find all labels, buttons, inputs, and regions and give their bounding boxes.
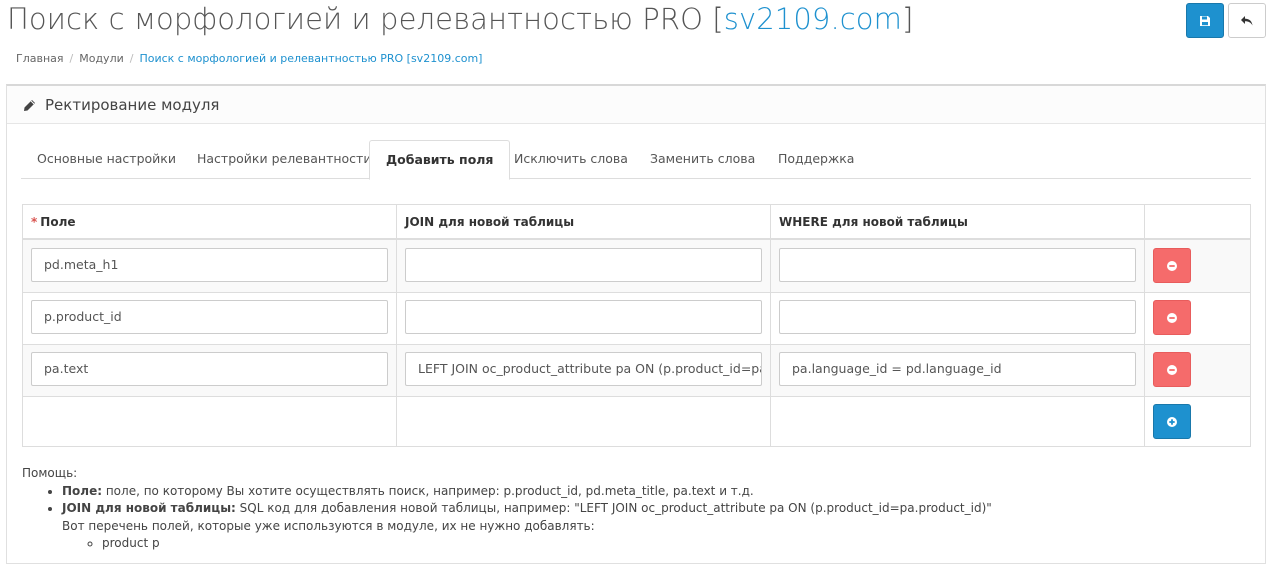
page-header: Поиск с морфологией и релевантностью PRO… [0,0,1274,45]
help-subitem: product p [102,535,1222,553]
page-title-domain: sv2109.com [723,2,902,36]
minus-circle-icon [1167,364,1177,375]
tab-relevance-settings[interactable]: Настройки релевантности [181,140,387,179]
panel-title-text: Ректирование модуля [45,96,220,114]
tab-exclude-words[interactable]: Исключить слова [498,140,644,179]
help-list: Поле: поле, по которому Вы хотите осущес… [22,483,1222,553]
row-divider [23,396,1250,397]
tab-support[interactable]: Поддержка [762,140,870,179]
header-divider [23,238,1250,240]
breadcrumb-modules[interactable]: Модули [79,52,124,65]
column-divider [396,205,397,446]
breadcrumb-separator: / [129,52,134,65]
help-item-join-sub: Вот перечень полей, которые уже использу… [62,518,595,533]
help-section: Помощь: Поле: поле, по которому Вы хотит… [22,465,1222,553]
tab-add-fields[interactable]: Добавить поля [369,140,511,180]
help-item-join-text: SQL код для добавления новой таблицы, на… [235,501,992,515]
remove-row-button[interactable] [1153,352,1191,387]
required-mark: * [31,215,38,229]
column-header-field-label: Поле [40,215,76,229]
column-header-join: JOIN для новой таблицы [405,215,575,229]
reply-icon [1241,15,1253,25]
help-item-field-text: поле, по которому Вы хотите осуществлять… [102,483,754,498]
field-input[interactable]: pa.text [31,352,388,386]
tab-bar: Основные настройки Настройки релевантнос… [21,140,1251,180]
help-item-join: JOIN для новой таблицы: SQL код для доба… [62,500,1222,553]
remove-row-button[interactable] [1153,300,1191,335]
fields-table: * Поле JOIN для новой таблицы WHERE для н… [22,204,1251,447]
minus-circle-icon [1167,312,1177,323]
row-divider [23,344,1250,345]
join-input[interactable] [405,300,762,334]
minus-circle-icon [1167,260,1177,271]
add-row-button[interactable] [1153,404,1191,439]
breadcrumb-current[interactable]: Поиск с морфологией и релевантностью PRO… [139,52,482,65]
page-title: Поиск с морфологией и релевантностью PRO… [7,2,913,36]
help-item-field: Поле: поле, по которому Вы хотите осущес… [62,483,1222,501]
where-input[interactable]: pa.language_id = pd.language_id [779,352,1136,386]
save-button[interactable] [1186,3,1224,38]
field-input[interactable]: pd.meta_h1 [31,248,388,282]
panel-heading: Ректирование модуля [7,86,1265,124]
where-input[interactable] [779,248,1136,282]
tab-replace-words[interactable]: Заменить слова [634,140,771,179]
help-item-join-label: JOIN для новой таблицы: [62,501,236,515]
column-header-where: WHERE для новой таблицы [779,215,968,229]
plus-circle-icon [1167,416,1177,427]
column-divider [770,205,771,446]
breadcrumb-home[interactable]: Главная [16,52,64,65]
tab-main-settings[interactable]: Основные настройки [21,140,192,179]
back-button[interactable] [1228,3,1266,38]
remove-row-button[interactable] [1153,248,1191,283]
panel-title: Ректирование модуля [23,96,219,114]
row-divider [23,292,1250,293]
where-input[interactable] [779,300,1136,334]
field-input[interactable]: p.product_id [31,300,388,334]
help-title: Помощь: [22,466,78,480]
column-header-field: * Поле [31,215,76,229]
help-sublist: product p [62,535,1222,553]
join-input[interactable] [405,248,762,282]
page-title-text: Поиск с морфологией и релевантностью PRO… [7,2,724,36]
column-divider [1144,205,1145,446]
pencil-icon [24,99,35,111]
breadcrumb: Главная / Модули / Поиск с морфологией и рел… [16,52,482,65]
breadcrumb-separator: / [69,52,74,65]
help-item-field-label: Поле: [62,483,103,498]
save-icon [1200,15,1210,26]
page-title-end: ] [902,2,914,36]
join-input[interactable]: LEFT JOIN oc_product_attribute pa ON (p.… [405,352,762,386]
